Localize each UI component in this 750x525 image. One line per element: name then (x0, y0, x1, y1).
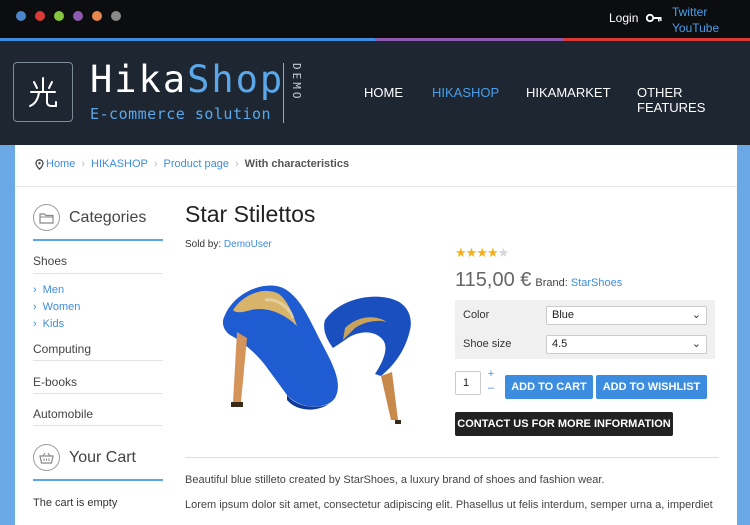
logo-glyph-icon[interactable] (13, 62, 73, 122)
category-kids-label: Kids (42, 318, 65, 330)
social-links: Twitter YouTube (672, 4, 719, 36)
divider (185, 457, 719, 458)
color-dot[interactable] (16, 11, 26, 21)
color-select[interactable]: Blue ⌄ (546, 306, 707, 325)
color-dot[interactable] (54, 11, 64, 21)
product-title: Star Stilettos (185, 201, 316, 227)
price-row: 115,00 € Brand: StarShoes (455, 269, 622, 292)
product-price: 115,00 € (455, 269, 532, 291)
category-women-label: Women (42, 301, 81, 313)
chevron-right-icon: › (234, 158, 239, 170)
shoe-size-select[interactable]: 4.5 ⌄ (546, 335, 707, 354)
shoe-size-select-value: 4.5 (552, 338, 568, 350)
divider (33, 273, 163, 274)
quantity-minus-button[interactable]: – (486, 381, 496, 395)
folder-icon (33, 204, 60, 231)
chevron-right-icon: › (33, 284, 37, 296)
add-to-wishlist-button[interactable]: ADD TO WISHLIST (596, 375, 707, 399)
brand-link[interactable]: StarShoes (571, 277, 622, 289)
demo-mark: DEMO (283, 63, 309, 123)
cart-heading: Your Cart (33, 444, 136, 471)
categories-heading: Categories (33, 204, 146, 231)
description-line-2: Lorem ipsum dolor sit amet, consectetur … (185, 499, 713, 511)
content-panel: Home › HIKASHOP › Product page › With ch… (15, 145, 737, 525)
logo-part-2: Shop (187, 58, 285, 101)
color-select-value: Blue (552, 309, 575, 321)
category-shoes[interactable]: Shoes (33, 254, 67, 268)
category-women[interactable]: › Women (33, 301, 80, 313)
shoe-size-label: Shoe size (463, 338, 512, 350)
characteristics-box: Color Blue ⌄ Shoe size 4.5 ⌄ (455, 300, 715, 359)
category-computing[interactable]: Computing (33, 342, 91, 356)
contact-button[interactable]: CONTACT US FOR MORE INFORMATION (455, 412, 673, 436)
nav-home[interactable]: HOME (364, 85, 403, 100)
divider (33, 425, 163, 426)
color-label: Color (463, 309, 490, 321)
sold-by: Sold by: DemoUser (185, 239, 272, 250)
star-icon: ★ (486, 245, 499, 260)
chevron-right-icon: › (81, 158, 86, 170)
youtube-link[interactable]: YouTube (672, 20, 719, 36)
color-dot[interactable] (35, 11, 45, 21)
brand: Brand: StarShoes (535, 277, 622, 289)
chevron-down-icon: ⌄ (691, 309, 701, 321)
twitter-link[interactable]: Twitter (672, 4, 719, 20)
nav-other-features[interactable]: OTHER FEATURES (637, 85, 750, 115)
divider (15, 186, 737, 187)
logo-part-1: Hika (90, 58, 188, 101)
login-label: Login (609, 11, 639, 25)
divider (33, 360, 163, 361)
chevron-right-icon: › (153, 158, 158, 170)
logo-glyph-svg (29, 77, 57, 107)
rating-stars[interactable]: ★★★★★ (455, 245, 510, 261)
product-image[interactable] (205, 270, 425, 430)
color-dot[interactable] (73, 11, 83, 21)
add-to-cart-button[interactable]: ADD TO CART (505, 375, 593, 399)
category-men-label: Men (42, 284, 65, 296)
breadcrumb-current: With characteristics (244, 158, 350, 170)
breadcrumb-product-page[interactable]: Product page (164, 158, 229, 170)
key-icon (646, 13, 662, 23)
login-link[interactable]: Login (609, 11, 662, 25)
quantity-plus-button[interactable]: + (486, 367, 496, 381)
breadcrumb: Home › HIKASHOP › Product page › With ch… (35, 158, 349, 170)
heading-underline (33, 479, 163, 481)
color-dot[interactable] (111, 11, 121, 21)
color-dots (16, 11, 121, 21)
nav-hikashop[interactable]: HIKASHOP (432, 85, 499, 100)
site-header: HikaShop E-commerce solution DEMO HOME H… (0, 41, 750, 145)
chevron-down-icon: ⌄ (691, 338, 701, 350)
logo-tagline: E-commerce solution (90, 105, 272, 123)
cart-empty-text: The cart is empty (33, 497, 118, 509)
quantity-input[interactable]: 1 (455, 371, 481, 395)
star-icon: ★ (465, 245, 478, 260)
description-line-1: Beautiful blue stilleto created by StarS… (185, 474, 605, 486)
map-pin-icon (35, 158, 44, 170)
star-icon: ★ (497, 245, 510, 260)
quantity-stepper: + – (486, 367, 496, 395)
seller-link[interactable]: DemoUser (224, 239, 272, 250)
star-icon: ★ (476, 245, 488, 260)
nav-hikamarket[interactable]: HIKAMARKET (526, 85, 611, 100)
cart-title: Your Cart (69, 448, 136, 466)
brand-label: Brand: (535, 277, 568, 289)
chevron-right-icon: › (33, 318, 37, 330)
breadcrumb-hikashop[interactable]: HIKASHOP (91, 158, 148, 170)
category-kids[interactable]: › Kids (33, 318, 64, 330)
category-automobile[interactable]: Automobile (33, 407, 93, 421)
breadcrumb-home[interactable]: Home (46, 158, 75, 170)
top-bar: Login Twitter YouTube (0, 0, 750, 38)
logo-title[interactable]: HikaShop (90, 58, 284, 101)
basket-icon (33, 444, 60, 471)
divider (33, 393, 163, 394)
category-men[interactable]: › Men (33, 284, 64, 296)
sold-by-label: Sold by: (185, 239, 222, 250)
categories-title: Categories (69, 208, 147, 226)
star-icon: ★ (455, 245, 467, 260)
heading-underline (33, 239, 163, 241)
chevron-right-icon: › (33, 301, 37, 313)
demo-label: DEMO (290, 63, 303, 102)
color-dot[interactable] (92, 11, 102, 21)
category-ebooks[interactable]: E-books (33, 375, 77, 389)
